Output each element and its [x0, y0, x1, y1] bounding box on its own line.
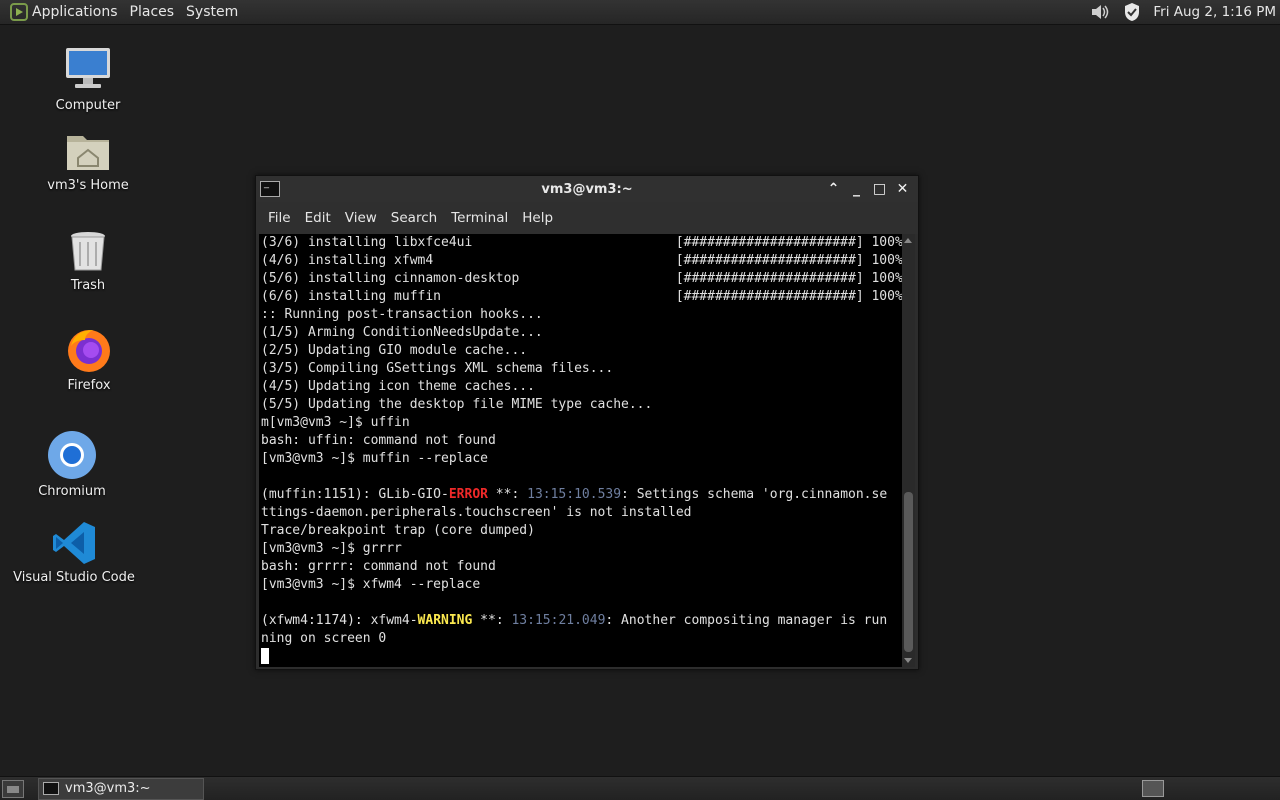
- vscode-icon: [51, 520, 97, 566]
- terminal-text-segment: (xfwm4:1174): xfwm4-: [261, 613, 418, 628]
- terminal-text-segment: 13:15:21.049: [511, 613, 606, 628]
- terminal-prompt-line: [261, 648, 902, 666]
- terminal-text-segment: **:: [487, 487, 528, 502]
- terminal-output[interactable]: (3/6) installing libxfce4ui [###########…: [259, 234, 902, 667]
- bottom-panel: vm3@vm3:~: [0, 776, 1280, 800]
- desktop-icon-label: Visual Studio Code: [13, 570, 135, 585]
- terminal-line: [vm3@vm3 ~]$ xfwm4 --replace: [261, 577, 481, 592]
- desktop-icon-chromium[interactable]: Chromium: [7, 430, 137, 499]
- applications-menu[interactable]: Applications: [0, 0, 124, 25]
- scroll-down-arrow-icon[interactable]: [904, 658, 912, 663]
- taskbar-item-terminal[interactable]: vm3@vm3:~: [38, 777, 204, 800]
- terminal-line: (4/5) Updating icon theme caches...: [261, 379, 535, 394]
- terminal-line: (3/5) Compiling GSettings XML schema fil…: [261, 361, 614, 376]
- terminal-line: bash: grrrr: command not found: [261, 559, 496, 574]
- terminal-line: bash: uffin: command not found: [261, 433, 496, 448]
- chromium-icon: [47, 430, 97, 480]
- scroll-up-arrow-icon[interactable]: [904, 238, 912, 243]
- scrollbar-thumb[interactable]: [904, 492, 913, 652]
- desktop-icon-firefox[interactable]: Firefox: [24, 326, 154, 393]
- distro-logo-icon: [10, 3, 28, 21]
- terminal-line: (6/6) installing muffin [###############…: [261, 289, 902, 304]
- text-cursor: [261, 648, 269, 664]
- system-menu[interactable]: System: [180, 0, 244, 25]
- menu-terminal[interactable]: Terminal: [444, 202, 515, 234]
- desktop-icon-label: Firefox: [67, 378, 111, 393]
- terminal-icon: [260, 178, 280, 197]
- roll-up-button[interactable]: ⌃: [822, 178, 845, 200]
- terminal-text-segment: : Settings schema 'org.cinnamon.se: [621, 487, 888, 502]
- terminal-line: m[vm3@vm3 ~]$ uffin: [261, 415, 410, 430]
- volume-icon[interactable]: [1089, 2, 1111, 22]
- system-tray: Fri Aug 2, 1:16 PM: [1089, 0, 1280, 25]
- terminal-area[interactable]: (3/6) installing libxfce4ui [###########…: [259, 234, 915, 667]
- terminal-icon: [43, 782, 59, 795]
- desktop-icon-label: Chromium: [38, 484, 106, 499]
- menu-search[interactable]: Search: [384, 202, 444, 234]
- desktop-icon-label: Computer: [55, 98, 121, 113]
- terminal-line: (2/5) Updating GIO module cache...: [261, 343, 528, 358]
- terminal-line: (5/5) Updating the desktop file MIME typ…: [261, 397, 653, 412]
- terminal-line: ttings-daemon.peripherals.touchscreen' i…: [261, 505, 692, 520]
- maximize-button[interactable]: □: [868, 178, 891, 200]
- clock[interactable]: Fri Aug 2, 1:16 PM: [1153, 4, 1280, 20]
- terminal-line: (1/5) Arming ConditionNeedsUpdate...: [261, 325, 543, 340]
- menu-help[interactable]: Help: [515, 202, 560, 234]
- terminal-line: [vm3@vm3 ~]$ grrrr: [261, 541, 402, 556]
- terminal-line: [vm3@vm3 ~]$ muffin --replace: [261, 451, 488, 466]
- desktop-icon-label: vm3's Home: [47, 178, 129, 193]
- applications-menu-label: Applications: [32, 4, 118, 20]
- terminal-text-segment: 13:15:10.539: [527, 487, 622, 502]
- home-folder-icon: [64, 128, 112, 174]
- terminal-window: vm3@vm3:~ ⌃ _ □ ✕ File Edit View Search …: [255, 175, 919, 670]
- window-controls: ⌃ _ □ ✕: [822, 178, 914, 200]
- terminal-line: :: Running post-transaction hooks...: [261, 307, 543, 322]
- menu-view[interactable]: View: [338, 202, 384, 234]
- terminal-text-segment: (muffin:1151): GLib-GIO-: [261, 487, 449, 502]
- places-menu[interactable]: Places: [124, 0, 181, 25]
- terminal-text-segment: WARNING: [417, 613, 473, 628]
- terminal-line: (muffin:1151): GLib-GIO-ERROR **: 13:15:…: [261, 486, 902, 504]
- terminal-line: Trace/breakpoint trap (core dumped): [261, 523, 535, 538]
- desktop-icon-trash[interactable]: Trash: [23, 228, 153, 293]
- terminal-line: ning on screen 0: [261, 631, 387, 646]
- terminal-menubar: File Edit View Search Terminal Help: [256, 202, 918, 234]
- desktop-icon-home[interactable]: vm3's Home: [23, 128, 153, 193]
- terminal-line: (5/6) installing cinnamon-desktop [#####…: [261, 271, 902, 286]
- system-menu-label: System: [186, 4, 239, 20]
- places-menu-label: Places: [129, 4, 175, 20]
- terminal-text-segment: **:: [472, 613, 512, 628]
- shield-check-icon[interactable]: [1121, 2, 1143, 22]
- desktop-icon-label: Trash: [70, 278, 106, 293]
- monitor-icon: [63, 44, 113, 94]
- terminal-line: (3/6) installing libxfce4ui [###########…: [261, 235, 902, 250]
- workspace-switcher[interactable]: [1142, 780, 1164, 797]
- window-title: vm3@vm3:~: [541, 181, 633, 197]
- vertical-scrollbar[interactable]: [902, 234, 915, 667]
- show-desktop-icon[interactable]: [2, 779, 24, 798]
- desktop-icon-computer[interactable]: Computer: [23, 44, 153, 113]
- taskbar-item-label: vm3@vm3:~: [65, 781, 151, 796]
- desktop-icon-vscode[interactable]: Visual Studio Code: [9, 520, 139, 585]
- minimize-button[interactable]: _: [845, 178, 868, 200]
- menu-edit[interactable]: Edit: [298, 202, 338, 234]
- menu-file[interactable]: File: [261, 202, 298, 234]
- terminal-line: (xfwm4:1174): xfwm4-WARNING **: 13:15:21…: [261, 612, 902, 630]
- terminal-text-segment: : Another compositing manager is run: [605, 613, 888, 628]
- top-panel: Applications Places System Fri Aug 2, 1:…: [0, 0, 1280, 25]
- terminal-text-segment: ERROR: [448, 487, 488, 502]
- terminal-titlebar[interactable]: vm3@vm3:~ ⌃ _ □ ✕: [256, 176, 918, 202]
- firefox-icon: [65, 326, 113, 374]
- terminal-line: (4/6) installing xfwm4 [################…: [261, 253, 902, 268]
- close-button[interactable]: ✕: [891, 178, 914, 200]
- trash-icon: [66, 228, 110, 274]
